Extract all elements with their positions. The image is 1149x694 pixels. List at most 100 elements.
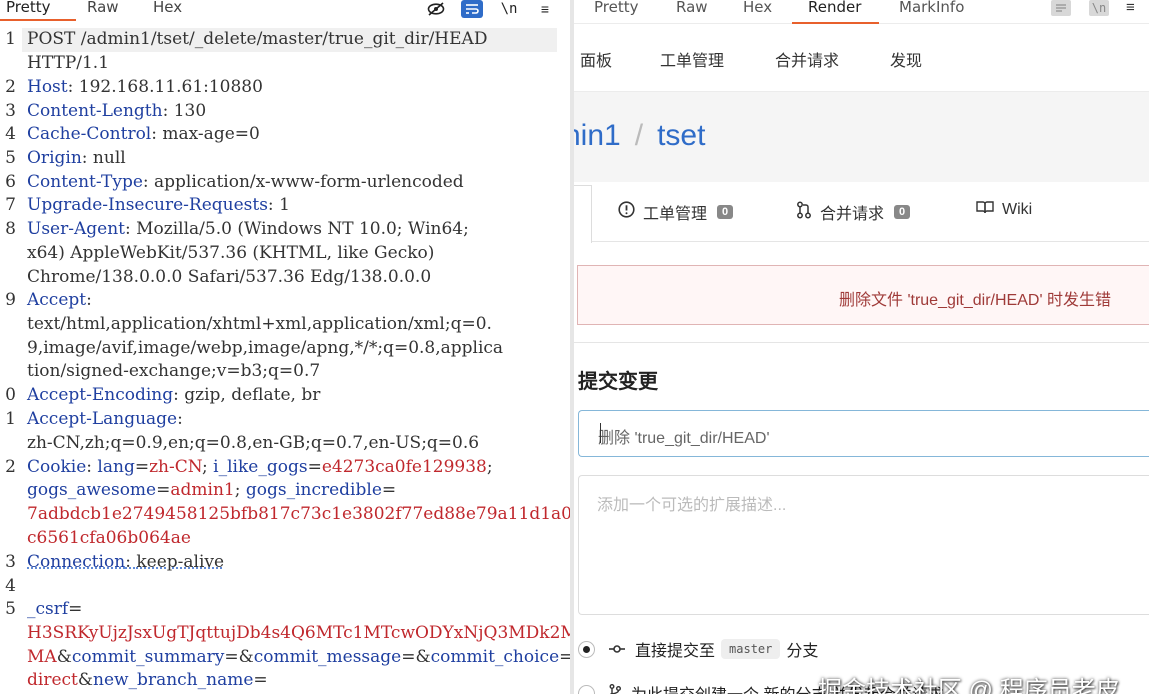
header-upgrade-insecure: Upgrade-Insecure-Requests: 1 [27, 195, 290, 215]
line-number: 9 [5, 290, 16, 310]
line-number [0, 621, 16, 645]
header-accept-cont: text/html,application/xhtml+xml,applicat… [27, 314, 492, 334]
line-number [0, 668, 16, 692]
repo-tab-bar: 工单管理 0 合并请求 0 Wiki [574, 182, 1149, 243]
body-params-cont: direct&new_branch_name= [27, 670, 268, 690]
radio-commit-direct[interactable] [578, 640, 595, 658]
nav-pull-requests[interactable]: 合并请求 [775, 47, 839, 71]
line-number: 3 [5, 101, 16, 121]
commit-summary-input[interactable]: 删除 'true_git_dir/HEAD' [578, 410, 1149, 457]
repo-title: nin1 / tset [574, 119, 705, 153]
repo-header: nin1 / tset [574, 91, 1149, 182]
tab-issues[interactable]: 工单管理 0 [618, 200, 734, 224]
branch-name-tag: master [721, 639, 781, 659]
repo-name-link[interactable]: tset [657, 119, 705, 152]
line-number: 6 [5, 172, 16, 192]
tab-hex[interactable]: Hex [743, 0, 772, 16]
header-content-length: Content-Length: 130 [27, 101, 207, 121]
rendered-page: 面板 工单管理 合并请求 发现 nin1 / tset 工单管理 0 [574, 25, 1149, 694]
request-editor-pane: Pretty Raw Hex \n ≡ 1 2 3 4 5 6 7 8 9 0 1 2 3 4 5 POST… [0, 0, 570, 694]
line-number [0, 359, 16, 383]
line-number: 5 [5, 148, 16, 168]
commit-message-textarea[interactable]: 添加一个可选的扩展描述... [578, 475, 1149, 615]
response-render-pane: Pretty Raw Hex Render MarkInfo \n ≡ 面板 工… [574, 0, 1149, 694]
request-line: POST /admin1/tset/_delete/master/true_gi… [27, 29, 488, 49]
header-cookie-cont: 7adbdcb1e2749458125bfb817c73c1e3802f77ed… [27, 504, 570, 524]
book-icon [976, 200, 994, 219]
nav-explore[interactable]: 发现 [890, 47, 922, 71]
body-params: MA&commit_summary=&commit_message=&commi… [27, 647, 570, 667]
http-version: HTTP/1.1 [27, 53, 110, 73]
header-origin: Origin: null [27, 148, 126, 168]
header-accept-language-cont: zh-CN,zh;q=0.9,en;q=0.8,en-GB;q=0.7,en-U… [27, 433, 480, 453]
commit-changes-heading: 提交变更 [578, 371, 658, 393]
active-tab-indicator [792, 22, 879, 24]
git-branch-icon [609, 684, 621, 694]
body-csrf: _csrf= [27, 599, 83, 619]
header-accept-encoding: Accept-Encoding: gzip, deflate, br [27, 385, 321, 405]
hide-eye-icon[interactable] [425, 0, 447, 18]
header-cookie: Cookie: lang=zh-CN; i_like_gogs=e4273ca0… [27, 457, 493, 477]
text-caret [600, 423, 601, 443]
commit-summary-value: 删除 'true_git_dir/HEAD' [598, 430, 770, 447]
commit-message-placeholder: 添加一个可选的扩展描述... [597, 497, 787, 514]
menu-icon[interactable]: ≡ [534, 0, 556, 18]
line-number: 8 [5, 219, 16, 239]
tab-wiki[interactable]: Wiki [976, 200, 1032, 219]
header-accept-language: Accept-Language: [27, 409, 183, 429]
newline-toggle[interactable]: \n [498, 0, 520, 18]
body-csrf-value: H3SRKyUjzJsxUgTJqttujDb4s4Q6MTc1MTcwODYx… [27, 623, 570, 643]
error-message-banner: 删除文件 'true_git_dir/HEAD' 时发生错 [577, 265, 1149, 325]
tab-raw[interactable]: Raw [87, 0, 119, 16]
header-accept-cont: tion/signed-exchange;v=b3;q=0.7 [27, 361, 321, 381]
line-number: 4 [5, 124, 16, 144]
request-tab-bar: Pretty Raw Hex \n ≡ [0, 0, 570, 21]
line-number [0, 51, 16, 75]
header-content-type: Content-Type: application/x-www-form-url… [27, 172, 464, 192]
repo-owner-link[interactable]: nin1 [574, 119, 621, 152]
tab-markinfo[interactable]: MarkInfo [899, 0, 964, 16]
wrap-lines-icon[interactable] [461, 0, 483, 18]
header-user-agent: User-Agent: Mozilla/5.0 (Windows NT 10.0… [27, 219, 469, 239]
line-number: 4 [5, 576, 16, 596]
tab-code[interactable] [574, 185, 592, 243]
error-message-text: 删除文件 'true_git_dir/HEAD' 时发生错 [839, 292, 1111, 309]
tab-pull-requests-label: 合并请求 [820, 206, 885, 223]
tab-wiki-label: Wiki [1002, 200, 1033, 218]
tab-hex[interactable]: Hex [153, 0, 182, 16]
tab-pretty[interactable]: Pretty [6, 0, 51, 16]
radio-new-branch[interactable] [578, 684, 595, 694]
active-tab-indicator [0, 19, 76, 21]
line-number [0, 502, 16, 526]
line-number [0, 312, 16, 336]
commit-direct-label: 直接提交至 [635, 643, 716, 660]
repo-path-separator: / [634, 119, 644, 152]
tab-raw[interactable]: Raw [676, 0, 708, 16]
menu-icon[interactable]: ≡ [1126, 0, 1135, 16]
header-accept-cont: 9,image/avif,image/webp,image/apng,*/*;q… [27, 338, 504, 358]
site-top-nav: 面板 工单管理 合并请求 发现 [574, 25, 1149, 91]
watermark-text: 掘金技术社区 @ 程序员老皮 [818, 677, 1120, 694]
tab-issues-label: 工单管理 [643, 206, 708, 223]
section-divider [574, 342, 1149, 343]
header-accept: Accept: [27, 290, 92, 310]
commit-direct-option[interactable]: 直接提交至 master 分支 [578, 637, 818, 661]
header-cache-control: Cache-Control: max-age=0 [27, 124, 260, 144]
tab-pretty[interactable]: Pretty [594, 0, 639, 16]
line-number [0, 645, 16, 669]
nav-issues[interactable]: 工单管理 [660, 47, 724, 71]
line-number: 7 [5, 195, 16, 215]
wrap-lines-icon [1051, 0, 1071, 16]
nav-dashboard[interactable]: 面板 [580, 47, 612, 71]
line-number [0, 265, 16, 289]
tab-pull-requests[interactable]: 合并请求 0 [796, 200, 911, 224]
tab-render[interactable]: Render [808, 0, 861, 16]
line-number: 0 [5, 385, 16, 405]
request-body-editor[interactable]: 1 2 3 4 5 6 7 8 9 0 1 2 3 4 5 POST /admin1/tset/_delet… [0, 24, 570, 694]
header-user-agent-cont: x64) AppleWebKit/537.36 (KHTML, like Gec… [27, 243, 435, 263]
header-host: Host: 192.168.11.61:10880 [27, 77, 263, 97]
pull-requests-count-badge: 0 [894, 205, 911, 219]
header-connection: Connection: keep-alive [27, 552, 225, 572]
response-tab-bar: Pretty Raw Hex Render MarkInfo \n ≡ [574, 0, 1149, 24]
line-number [0, 431, 16, 455]
